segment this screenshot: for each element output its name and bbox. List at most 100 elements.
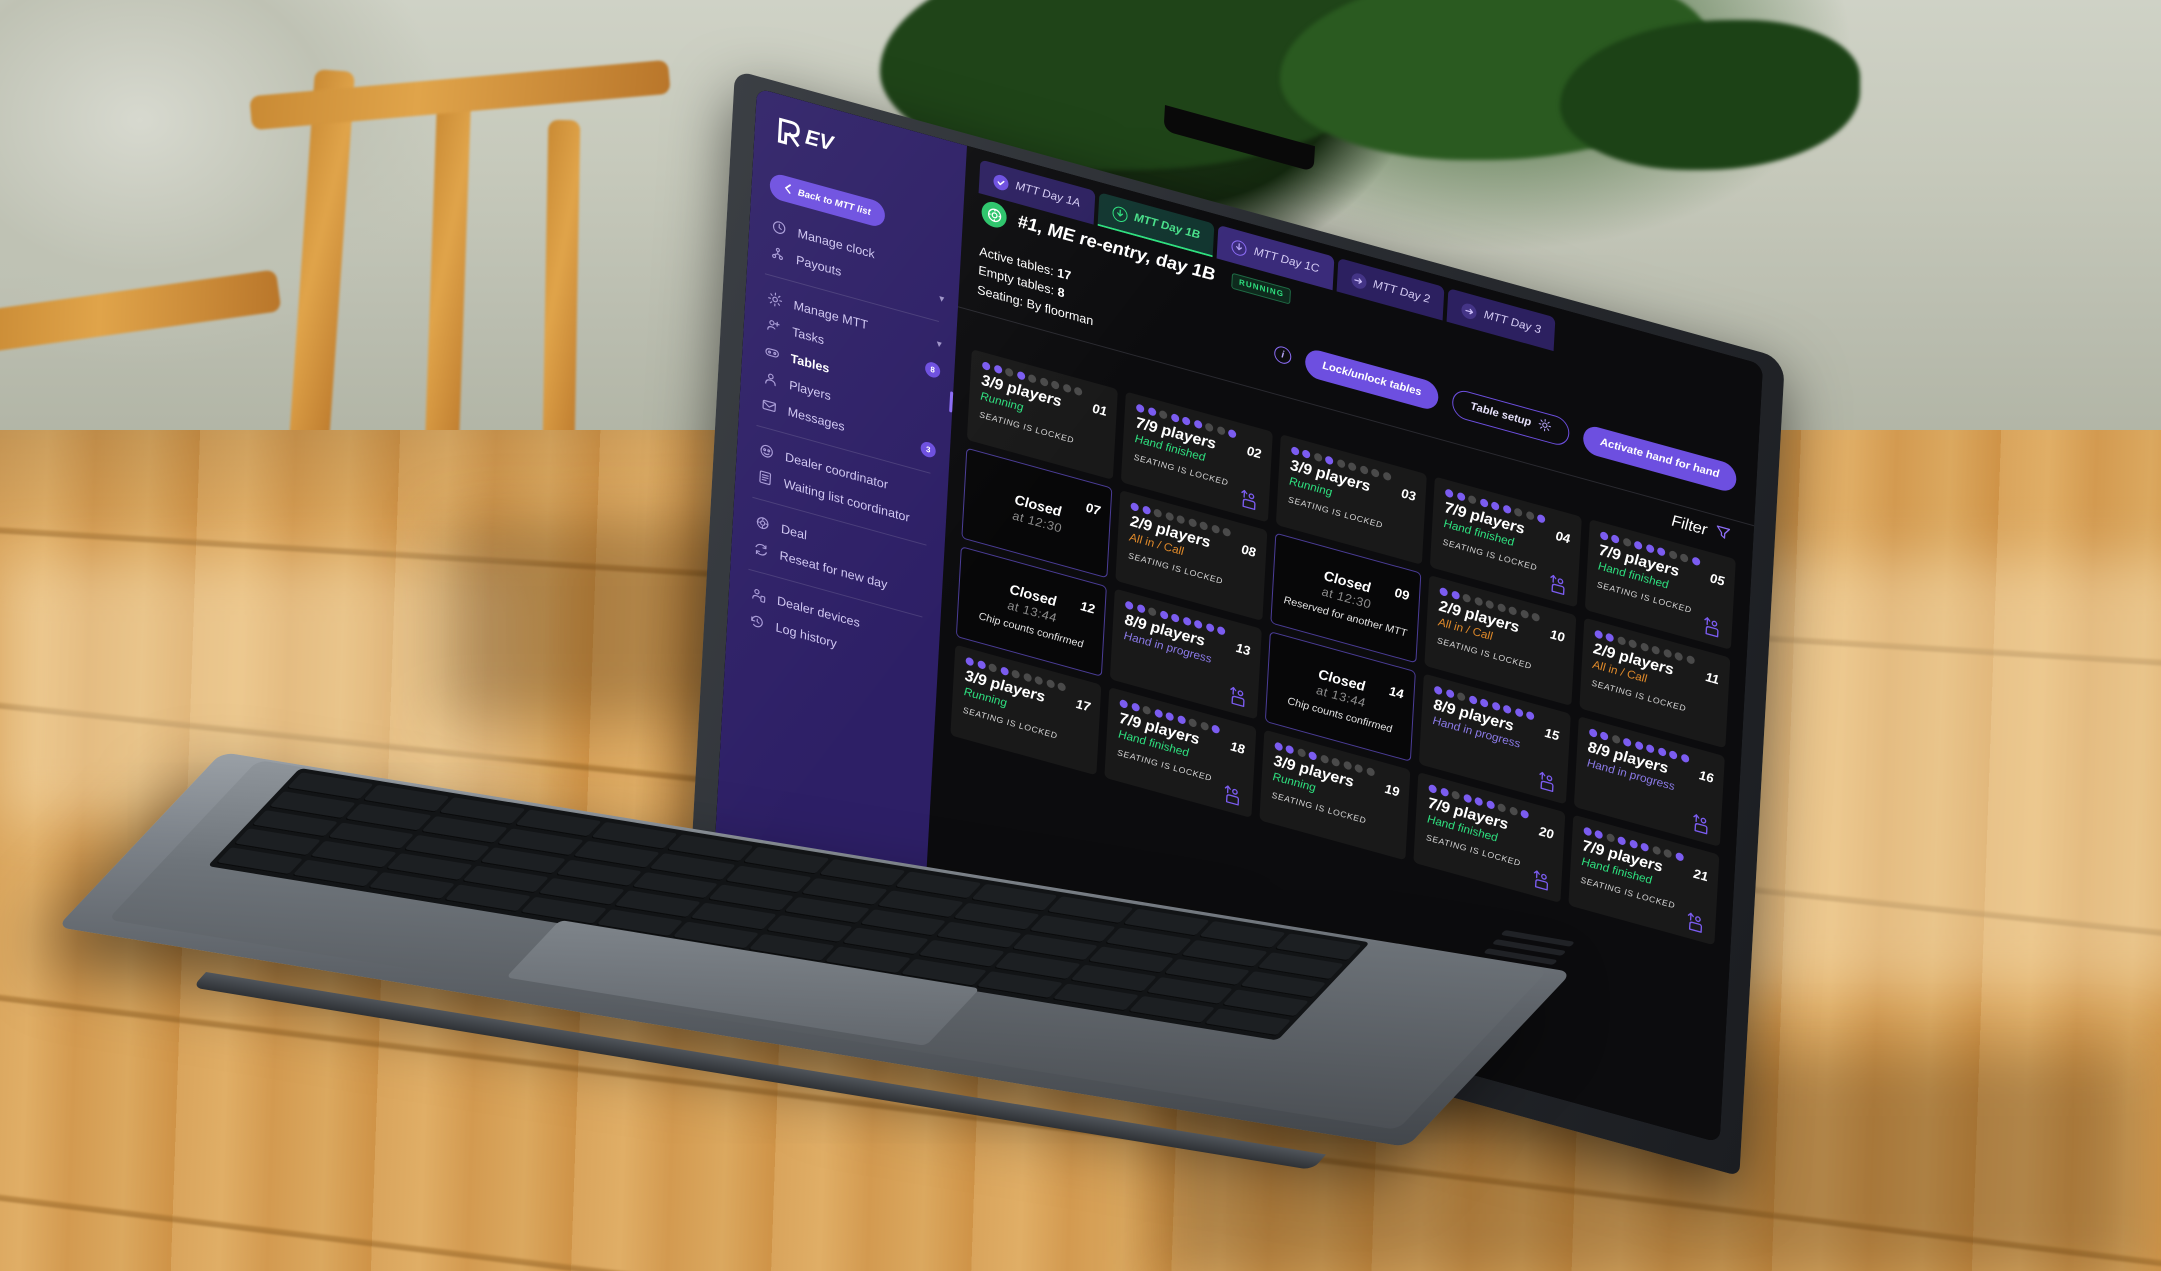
- table-setup-button[interactable]: Table setup: [1451, 387, 1570, 448]
- seat-dot: [1039, 376, 1048, 388]
- seat-dot: [1479, 497, 1489, 509]
- chevron-down-icon[interactable]: ▾: [939, 293, 945, 305]
- seat-dot: [1016, 370, 1025, 381]
- seat-dot: [1119, 699, 1129, 710]
- logo-text: EV: [804, 125, 835, 156]
- seat-dot: [1617, 635, 1626, 646]
- move-player-icon[interactable]: [1685, 910, 1707, 936]
- seat-dot: [1503, 704, 1512, 715]
- table-number: 14: [1388, 683, 1405, 702]
- back-button-label: Back to MTT list: [797, 186, 872, 218]
- seat-dot: [1474, 796, 1484, 807]
- lock-unlock-tables-button[interactable]: Lock/unlock tables: [1304, 346, 1440, 412]
- seat-dot: [1628, 638, 1637, 650]
- seat-dot: [1205, 422, 1214, 433]
- seat-dot: [1646, 743, 1655, 754]
- seat-dot: [1599, 530, 1608, 542]
- seat-dot: [1508, 605, 1518, 617]
- seat-dot: [1617, 835, 1626, 847]
- seat-dot: [1526, 710, 1535, 721]
- hand-for-hand-label: Activate hand for hand: [1599, 436, 1720, 481]
- seat-dot: [1171, 613, 1180, 624]
- seat-dot: [1491, 701, 1501, 712]
- seat-dot: [1611, 734, 1620, 745]
- seat-dot: [1308, 751, 1318, 762]
- seat-dot: [1663, 648, 1672, 659]
- seat-dot: [1194, 619, 1203, 630]
- seat-dot: [1165, 711, 1175, 722]
- seat-dot: [1463, 793, 1472, 804]
- sidebar: EV Back to MTT list Manage clock Payouts ▾…: [713, 88, 967, 924]
- seat-dot: [1668, 549, 1677, 561]
- seat-dot: [1485, 599, 1495, 610]
- move-player-icon[interactable]: [1227, 684, 1249, 710]
- seat-dot: [1652, 845, 1661, 856]
- move-player-icon[interactable]: [1536, 769, 1558, 795]
- seat-dot: [1034, 675, 1043, 686]
- seat-dot: [1520, 609, 1529, 620]
- seat-dot: [1045, 678, 1055, 689]
- seat-dot: [1348, 461, 1357, 472]
- arrow-right-icon: [1350, 270, 1367, 290]
- lock-unlock-label: Lock/unlock tables: [1322, 359, 1422, 399]
- seat-dot: [1497, 602, 1506, 613]
- seat-dot: [988, 662, 997, 674]
- move-player-icon[interactable]: [1701, 614, 1723, 640]
- status-badge: RUNNING: [1231, 272, 1292, 305]
- seat-dot: [1457, 691, 1466, 702]
- players-icon: [763, 370, 779, 389]
- seat-dot: [1170, 413, 1180, 424]
- seat-dot: [1497, 802, 1507, 814]
- seat-dot: [1657, 746, 1666, 758]
- seat-dot: [1182, 416, 1191, 427]
- chevron-down-icon[interactable]: ▾: [936, 339, 942, 351]
- list-icon: [757, 468, 773, 487]
- seat-dot: [1165, 511, 1174, 522]
- seat-dot: [1439, 587, 1449, 598]
- seat-dot: [1468, 494, 1477, 505]
- seat-dot: [1525, 510, 1535, 521]
- seat-dot: [1320, 754, 1329, 765]
- seat-dot: [965, 656, 974, 667]
- seat-dot: [1354, 763, 1364, 774]
- seat-dot: [1199, 521, 1209, 532]
- seat-dot: [1645, 543, 1654, 554]
- tab-label: MTT Day 2: [1372, 278, 1431, 306]
- arrow-right-icon: [1461, 301, 1478, 321]
- seat-dot: [1050, 380, 1060, 391]
- seat-dot: [1057, 681, 1066, 693]
- activate-hand-for-hand-button[interactable]: Activate hand for hand: [1582, 422, 1738, 494]
- seat-dot: [1153, 508, 1163, 519]
- dealer-icon: [759, 442, 775, 461]
- gear-icon: [767, 290, 783, 309]
- seat-dot: [1331, 757, 1341, 768]
- move-player-icon[interactable]: [1690, 811, 1712, 837]
- info-icon[interactable]: i: [1273, 343, 1292, 366]
- table-number: 12: [1079, 598, 1096, 617]
- seat-dot: [1657, 546, 1666, 557]
- move-player-icon[interactable]: [1238, 487, 1260, 513]
- seat-dot: [1462, 593, 1472, 604]
- seat-dot: [1520, 809, 1530, 820]
- chevron-left-icon: [784, 182, 792, 197]
- seat-dot: [1154, 708, 1163, 719]
- seat-dot: [1285, 744, 1295, 755]
- seat-dot: [1336, 458, 1346, 469]
- move-player-icon[interactable]: [1530, 867, 1552, 893]
- seat-dot: [1217, 625, 1226, 636]
- seat-dot: [1193, 419, 1203, 430]
- seat-dot: [1491, 501, 1500, 512]
- move-player-icon[interactable]: [1547, 572, 1569, 598]
- seat-dot: [1125, 600, 1134, 611]
- seat-dot: [1691, 556, 1700, 567]
- move-player-icon[interactable]: [1222, 782, 1244, 808]
- seat-dot: [1188, 517, 1197, 528]
- seat-dot: [1216, 425, 1226, 436]
- seat-dot: [1486, 799, 1495, 810]
- reseat-icon: [753, 540, 769, 559]
- chips-icon: [980, 198, 1008, 231]
- seat-dot: [1474, 596, 1483, 607]
- active-tables-value: 17: [1056, 265, 1072, 284]
- gear-icon: [1538, 417, 1552, 436]
- seat-dot: [1147, 406, 1157, 417]
